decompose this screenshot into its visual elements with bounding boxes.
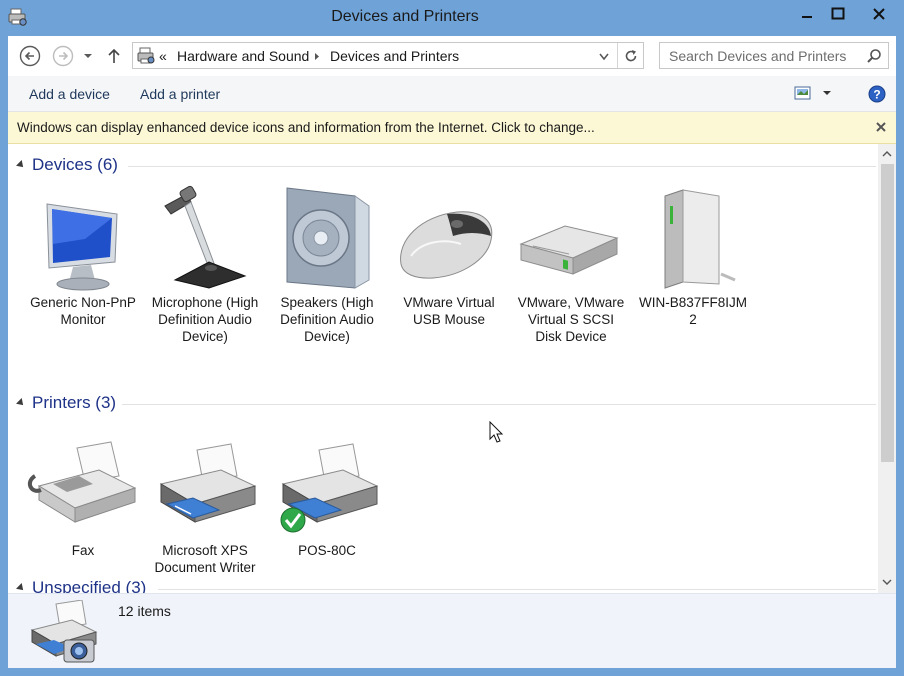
search-icon[interactable]: [866, 48, 882, 64]
search-input[interactable]: Search Devices and Printers: [659, 42, 889, 69]
mouse-cursor-icon: [489, 421, 504, 443]
info-bar[interactable]: Windows can display enhanced device icon…: [8, 112, 896, 144]
navigation-bar: « Hardware and Sound Devices and Printer…: [8, 36, 896, 76]
forward-button[interactable]: [51, 44, 75, 68]
back-arrow-icon: [19, 45, 41, 67]
disk-drive-icon: [519, 225, 619, 275]
group-header-devices[interactable]: Devices (6): [8, 153, 878, 179]
group-divider: [128, 166, 876, 167]
device-label: VMware, VMware Virtual S SCSI Disk Devic…: [517, 295, 625, 344]
collapse-triangle-icon[interactable]: [16, 398, 26, 408]
close-icon[interactable]: [874, 119, 888, 135]
address-history-chevron-icon[interactable]: [599, 53, 609, 61]
scroll-down-button[interactable]: [881, 576, 893, 588]
microphone-icon: [164, 185, 247, 289]
window-title: Devices and Printers: [331, 8, 479, 25]
group-title: Unspecified (3): [32, 578, 147, 593]
collapse-triangle-icon[interactable]: [16, 160, 26, 170]
item-count: 12 items: [118, 603, 171, 619]
forward-arrow-icon: [52, 45, 74, 67]
info-bar-message[interactable]: Windows can display enhanced device icon…: [17, 120, 595, 135]
close-window-button[interactable]: [864, 2, 894, 26]
add-printer-button[interactable]: Add a printer: [140, 86, 220, 102]
help-button[interactable]: ?: [868, 85, 886, 103]
chevron-down-icon: [84, 54, 92, 58]
client-area: « Hardware and Sound Devices and Printer…: [8, 36, 896, 668]
view-options-icon: [794, 86, 811, 100]
scroll-up-button[interactable]: [881, 148, 893, 160]
scrollbar-thumb[interactable]: [881, 164, 894, 462]
search-placeholder: Search Devices and Printers: [669, 48, 847, 64]
devices-and-printers-window: Devices and Printers « Hardware and Soun…: [0, 0, 904, 676]
group-title: Printers (3): [32, 393, 117, 412]
group-title: Devices (6): [32, 155, 118, 174]
group-divider: [158, 589, 876, 590]
close-icon: [873, 8, 885, 20]
device-label: Microphone (High Definition Audio Device…: [151, 295, 259, 344]
default-printer-icon: [280, 443, 379, 533]
breadcrumb-overflow[interactable]: «: [159, 48, 167, 64]
printer-label: Microsoft XPS Document Writer: [154, 543, 256, 575]
device-label: VMware Virtual USB Mouse: [403, 295, 495, 327]
group-divider: [122, 404, 876, 405]
group-header-unspecified[interactable]: Unspecified (3): [8, 576, 878, 593]
collapse-triangle-icon[interactable]: [16, 583, 26, 593]
printer-label: Fax: [71, 543, 95, 558]
printer-icon: [159, 443, 257, 523]
speaker-icon: [286, 187, 370, 289]
title-bar[interactable]: Devices and Printers: [0, 0, 904, 36]
refresh-icon[interactable]: [623, 48, 639, 64]
add-device-button[interactable]: Add a device: [29, 86, 110, 102]
minimize-button[interactable]: [792, 2, 822, 26]
fax-icon: [27, 441, 137, 523]
breadcrumb-separator-icon[interactable]: [314, 52, 320, 61]
device-label: Generic Non-PnP Monitor: [30, 295, 136, 327]
recent-locations-button[interactable]: [79, 44, 97, 68]
address-bar[interactable]: « Hardware and Sound Devices and Printer…: [132, 42, 644, 69]
minimize-icon: [802, 16, 812, 18]
group-header-printers[interactable]: Printers (3): [8, 391, 878, 417]
details-pane: 12 items: [8, 593, 896, 668]
svg-text:?: ?: [873, 88, 880, 102]
vertical-scrollbar[interactable]: [878, 144, 896, 593]
monitor-icon: [46, 203, 118, 291]
change-view-button[interactable]: [794, 85, 838, 103]
device-list: Devices (6) Generic Non-PnP Monitor Micr…: [8, 144, 878, 593]
device-label: Speakers (High Definition Audio Device): [280, 295, 374, 344]
control-panel-icon: [137, 47, 155, 64]
computer-tower-icon: [664, 189, 736, 289]
printer-label: POS-80C: [298, 543, 356, 558]
breadcrumb-devices-and-printers[interactable]: Devices and Printers: [330, 48, 459, 64]
chevron-up-icon: [882, 151, 892, 157]
mouse-icon: [400, 211, 493, 279]
maximize-button[interactable]: [823, 2, 853, 26]
up-button[interactable]: [104, 44, 124, 68]
chevron-down-icon: [823, 91, 831, 95]
up-arrow-icon: [108, 48, 120, 63]
command-bar: Add a device Add a printer ?: [8, 76, 896, 112]
back-button[interactable]: [18, 44, 42, 68]
device-label: WIN-B837FF8IJM 2: [638, 295, 747, 327]
breadcrumb-hardware-and-sound[interactable]: Hardware and Sound: [177, 48, 309, 64]
help-icon: ?: [868, 85, 886, 103]
maximize-icon: [831, 7, 845, 20]
devices-printers-large-icon: [30, 600, 98, 663]
chevron-down-icon: [882, 579, 892, 585]
